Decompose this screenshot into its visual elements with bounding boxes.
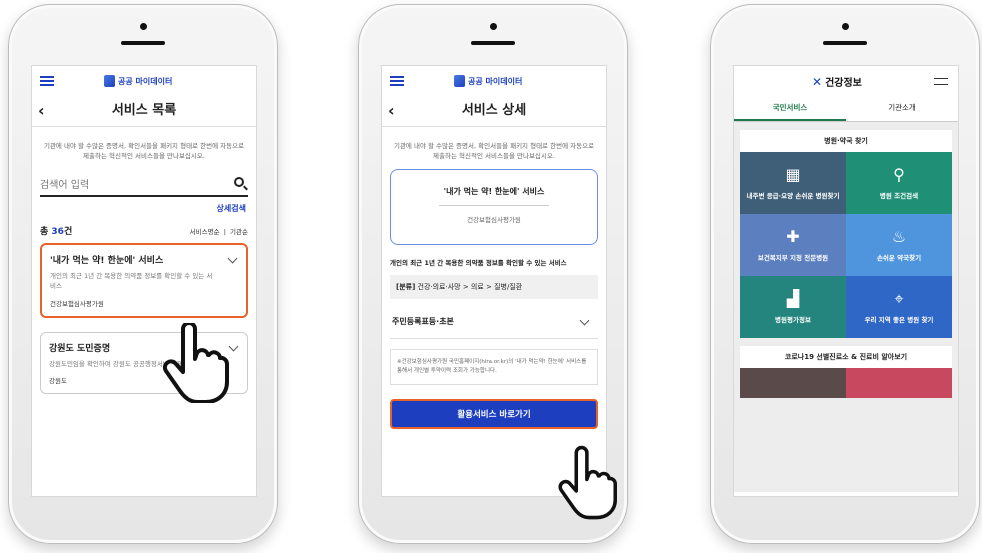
- logo-text: 공공 마이데이터: [468, 76, 523, 86]
- logo-mark-icon: [104, 75, 115, 87]
- divider: [439, 205, 549, 207]
- app-logo: 공공 마이데이터: [454, 75, 522, 87]
- mortar-icon: ♨: [891, 227, 907, 247]
- app-header: 공공 마이데이터: [32, 66, 256, 96]
- count-prefix: 총: [40, 227, 52, 238]
- screen-service-list: 공공 마이데이터 ‹ 서비스 목록 기관에 내야 할 수많은 증명서, 확인서들…: [31, 65, 257, 497]
- phone-frame-1: 공공 마이데이터 ‹ 서비스 목록 기관에 내야 할 수많은 증명서, 확인서들…: [8, 4, 278, 544]
- page-title: 서비스 목록: [111, 103, 177, 118]
- hand-pointer-icon: [558, 445, 617, 520]
- search-bar: [40, 173, 248, 198]
- tile-medical-cost[interactable]: [846, 368, 952, 398]
- tile-label: 내주변 응급·요양 손쉬운 병원찾기: [746, 192, 840, 201]
- menu-grid: ▦ 내주변 응급·요양 손쉬운 병원찾기 ⚲ 병원 조건검색 ✚ 보건복지부 지정 전…: [740, 152, 952, 338]
- service-desc: 개인의 최근 1년 간 복용한 의약품 정보를 확인할 수 있는 서비스: [390, 259, 567, 268]
- sort-by-name[interactable]: 서비스명순: [190, 228, 220, 236]
- tab-about[interactable]: 기관소개: [846, 96, 958, 121]
- logo-text: 공공 마이데이터: [118, 76, 173, 86]
- card-title: '내가 먹는 약! 한눈에' 서비스: [50, 256, 164, 267]
- search-icon: ⚲: [893, 165, 905, 185]
- screen-health-info: ✕ 건강정보 국민서비스 기관소개 병원·약국 찾기 ▦ 내주변 응급·요양 손쉬운…: [733, 65, 959, 497]
- tile-emergency-hospital[interactable]: ▦ 내주변 응급·요양 손쉬운 병원찾기: [740, 152, 846, 214]
- tile-specialty-hospital[interactable]: ✚ 보건복지부 지정 전문병원: [740, 214, 846, 276]
- speaker-icon: [471, 41, 515, 45]
- notice-box: ※건강보험심사평가원 국민홈페이지(hira.or.kr)의 '내가 먹는약! …: [390, 349, 598, 385]
- count-suffix: 건: [63, 227, 73, 238]
- tile-local-hospital[interactable]: ⌖ 우리 지역 좋은 병원 찾기: [846, 276, 952, 338]
- service-card[interactable]: '내가 먹는 약! 한눈에' 서비스 개인의 최근 1년 간 복용한 의약품 정…: [40, 243, 248, 318]
- menu-grid-bottom: [740, 368, 952, 398]
- logo-text: 건강정보: [825, 78, 862, 89]
- sort-by-org[interactable]: 기관순: [230, 228, 248, 236]
- app-logo: 공공 마이데이터: [104, 75, 172, 87]
- menu-icon[interactable]: [390, 76, 404, 86]
- tile-label: 병원 조건검색: [879, 192, 919, 201]
- screen-service-detail: 공공 마이데이터 ‹ 서비스 상세 기관에 내야 할 수많은 증명서, 확인서들…: [381, 65, 607, 497]
- category-value: 건강·의료·사망 > 의료 > 질병/질환: [415, 283, 523, 292]
- back-icon[interactable]: ‹: [388, 96, 395, 126]
- menu-icon[interactable]: [934, 78, 948, 85]
- service-summary-box: '내가 먹는 약! 한눈에' 서비스 건강보험심사평가원: [390, 169, 598, 246]
- page-title-bar: ‹ 서비스 목록: [32, 96, 256, 126]
- logo-mark-icon: [454, 75, 465, 87]
- camera-icon: [490, 23, 497, 30]
- phone-frame-2: 공공 마이데이터 ‹ 서비스 상세 기관에 내야 할 수많은 증명서, 확인서들…: [358, 4, 628, 544]
- hand-pointer-icon: [162, 323, 229, 403]
- tab-public-service[interactable]: 국민서비스: [734, 96, 846, 121]
- tab-bar: 국민서비스 기관소개: [734, 96, 958, 122]
- menu-icon[interactable]: [40, 76, 54, 86]
- tile-hospital-rating[interactable]: ▟ 병원평가정보: [740, 276, 846, 338]
- category-label: [분류]: [396, 283, 416, 292]
- go-service-button[interactable]: 활용서비스 바로가기: [390, 398, 598, 429]
- search-icon[interactable]: [234, 177, 244, 188]
- logo-mark-icon: ✕: [812, 74, 823, 89]
- tile-label: 보건복지부 지정 전문병원: [757, 254, 829, 263]
- tile-label: 병원평가정보: [775, 316, 811, 325]
- card-desc: 개인의 최근 1년 간 복용한 의약품 정보를 확인할 수 있는 서비스: [50, 272, 213, 290]
- phone-frame-3: ✕ 건강정보 국민서비스 기관소개 병원·약국 찾기 ▦ 내주변 응급·요양 손쉬운…: [710, 4, 980, 544]
- chevron-down-icon[interactable]: [579, 315, 590, 326]
- tile-covid-clinic[interactable]: [740, 368, 846, 398]
- page-title-bar: ‹ 서비스 상세: [382, 96, 606, 126]
- camera-icon: [842, 23, 849, 30]
- camera-icon: [140, 23, 147, 30]
- result-count: 총 36건: [40, 224, 72, 237]
- speaker-icon: [121, 41, 165, 45]
- document-accordion[interactable]: 주민등록표등·초본: [390, 305, 598, 340]
- app-logo: ✕ 건강정보: [812, 74, 862, 90]
- result-count-row: 총 36건 서비스명순 | 기관순: [40, 224, 248, 237]
- intro-text: 기관에 내야 할 수많은 증명서, 확인서들을 패키지 형태로 한번에 자동으로…: [382, 126, 606, 169]
- app-header: ✕ 건강정보: [734, 66, 958, 96]
- section-title: 병원·약국 찾기: [740, 130, 952, 152]
- intro-text: 기관에 내야 할 수많은 증명서, 확인서들을 패키지 형태로 한번에 자동으로…: [32, 126, 256, 169]
- chart-icon: ▟: [786, 289, 800, 309]
- back-icon[interactable]: ‹: [38, 96, 45, 126]
- tile-label: 손쉬운 약국찾기: [876, 254, 922, 263]
- speaker-icon: [823, 41, 867, 45]
- map-pin-icon: ⌖: [894, 289, 904, 309]
- accordion-label: 주민등록표등·초본: [392, 317, 454, 327]
- count-number: 36: [51, 227, 64, 238]
- section-title: 코로나19 선별진료소 & 진료비 알아보기: [740, 346, 952, 368]
- building-icon: ▦: [785, 165, 801, 185]
- app-header: 공공 마이데이터: [382, 66, 606, 96]
- service-title: '내가 먹는 약! 한눈에' 서비스: [443, 187, 545, 197]
- content-area: 병원·약국 찾기 ▦ 내주변 응급·요양 손쉬운 병원찾기 ⚲ 병원 조건검색 ✚ 보…: [734, 122, 958, 492]
- sort-options: 서비스명순 | 기관순: [189, 228, 248, 237]
- tile-pharmacy[interactable]: ♨ 손쉬운 약국찾기: [846, 214, 952, 276]
- category-row: [분류] 건강·의료·사망 > 의료 > 질병/질환: [390, 275, 598, 300]
- service-org: 건강보험심사평가원: [467, 216, 521, 225]
- cross-icon: ✚: [786, 227, 800, 247]
- tile-hospital-search[interactable]: ⚲ 병원 조건검색: [846, 152, 952, 214]
- page-title: 서비스 상세: [461, 103, 527, 118]
- advanced-search-link[interactable]: 상세검색: [42, 203, 246, 214]
- card-org: 건강보험심사평가원: [50, 299, 104, 308]
- search-input[interactable]: [40, 174, 220, 197]
- tile-label: 우리 지역 좋은 병원 찾기: [864, 316, 934, 325]
